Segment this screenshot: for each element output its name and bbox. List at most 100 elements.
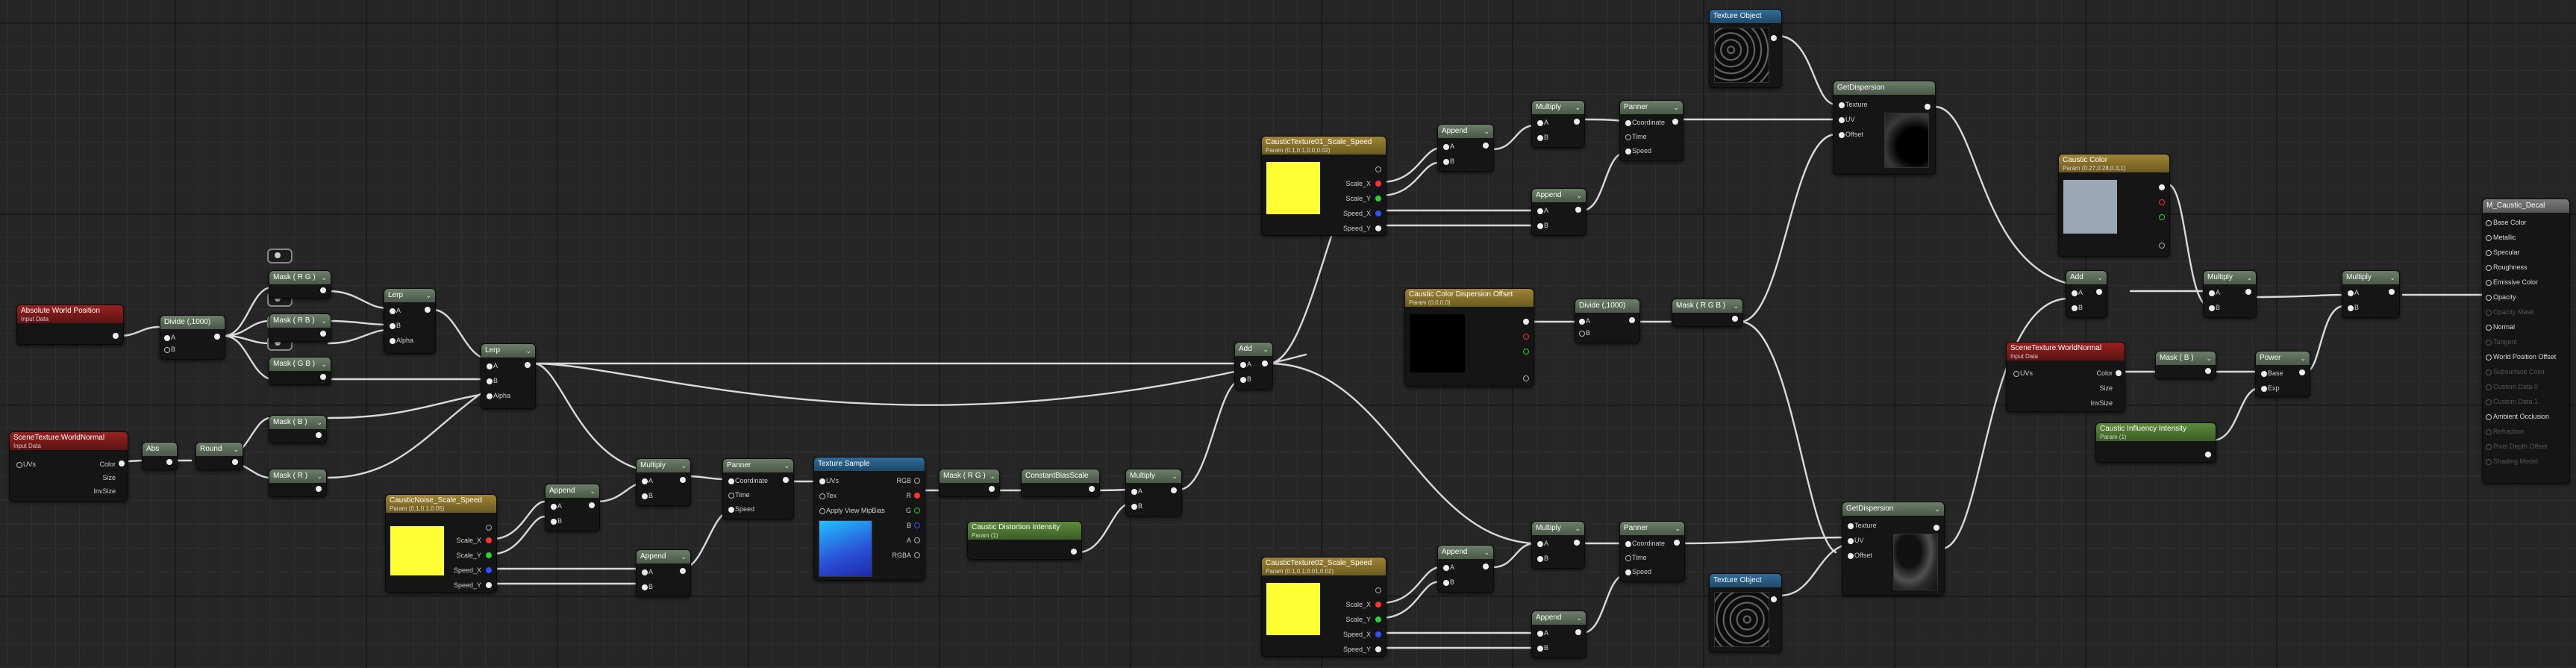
multiply-node-2[interactable]: Multiply ⌄ A B [1125, 469, 1182, 516]
chevron-down-icon[interactable]: ⌄ [321, 358, 327, 371]
chevron-down-icon[interactable]: ⌄ [2300, 352, 2306, 365]
chevron-down-icon[interactable]: ⌄ [1484, 546, 1489, 559]
pin-a[interactable]: A [389, 307, 401, 314]
pin-b[interactable]: B [907, 522, 911, 529]
pin-a[interactable]: A [2208, 289, 2220, 296]
output-pin[interactable] [1523, 375, 1529, 381]
append-node-5[interactable]: Append ⌄ A B [1437, 545, 1494, 593]
output-pin[interactable] [2299, 369, 2305, 375]
pin-a[interactable]: A [1536, 540, 1548, 547]
chevron-down-icon[interactable]: ⌄ [784, 459, 790, 472]
output-pin[interactable] [1089, 486, 1095, 492]
multiply-node-3[interactable]: Multiply ⌄ A B [1531, 100, 1585, 148]
output-pin-blue[interactable] [1375, 631, 1381, 637]
result-pin[interactable]: Emissive Color [2485, 278, 2538, 286]
pin-a[interactable]: A [1536, 207, 1548, 214]
chevron-down-icon[interactable]: ⌄ [425, 289, 431, 302]
texture-sample-node[interactable]: Texture Sample UVs Tex Apply View MipBia… [813, 457, 925, 581]
pin-g[interactable]: G [906, 507, 911, 514]
result-pin[interactable]: Opacity [2486, 293, 2516, 301]
chevron-down-icon[interactable]: ⌄ [1934, 502, 1940, 516]
output-pin[interactable] [320, 374, 326, 380]
caustic-distortion-intensity-param[interactable]: Caustic Distortion Intensity Param (1) [967, 521, 1082, 560]
multiply-node-5[interactable]: Multiply ⌄ A B [2203, 270, 2257, 318]
pin-time[interactable]: Time [1625, 554, 1647, 561]
pin-a[interactable]: A [2071, 289, 2083, 296]
output-pin[interactable] [320, 287, 326, 293]
pin-uvs[interactable]: UVs [819, 477, 839, 484]
output-pin[interactable] [320, 331, 326, 337]
caustic-color-param[interactable]: Caustic Color Param (0.27,0.28,0.3,1) [2058, 154, 2170, 257]
result-pin[interactable]: Tangent [2485, 338, 2517, 346]
output-pin[interactable] [1375, 646, 1381, 652]
chevron-down-icon[interactable]: ⌄ [2246, 271, 2252, 284]
pin-tex[interactable]: Tex [819, 492, 837, 499]
output-pin[interactable] [914, 537, 920, 543]
pin-speed-x[interactable]: Speed_X [1343, 210, 1371, 217]
pin-scale-y[interactable]: Scale_Y [456, 552, 481, 559]
pin-a[interactable]: A [641, 568, 653, 575]
material-result-node[interactable]: M_Caustic_Decal Base Color Metallic Specul… [2482, 199, 2570, 484]
chevron-down-icon[interactable]: ⌄ [1576, 611, 1582, 625]
pin-offset[interactable]: Offset [1839, 131, 1863, 138]
output-pin-green[interactable] [1375, 617, 1381, 622]
result-pin[interactable]: Opacity Mask [2486, 308, 2534, 316]
chevron-down-icon[interactable]: ⌄ [525, 344, 531, 358]
output-pin[interactable] [1375, 225, 1381, 231]
output-pin[interactable] [113, 333, 119, 339]
pin-a[interactable]: A [1442, 564, 1454, 571]
output-pin[interactable] [914, 478, 920, 484]
output-pin[interactable] [425, 307, 431, 313]
pin-exp[interactable]: Exp [2261, 384, 2280, 392]
texture-object-node-2[interactable]: Texture Object [1709, 573, 1782, 652]
output-pin[interactable] [2159, 243, 2165, 249]
add-node-2[interactable]: Add ⌄ A B [2066, 270, 2107, 318]
output-pin[interactable] [525, 362, 531, 368]
pin-time[interactable]: Time [728, 491, 750, 499]
result-pin[interactable]: Roughness [2486, 263, 2527, 271]
pin-a[interactable]: A [550, 502, 562, 510]
pin-b[interactable]: B [1239, 375, 1251, 383]
output-pin-red[interactable] [1523, 334, 1529, 340]
pin-a[interactable]: A [2347, 289, 2359, 296]
result-pin[interactable]: Custom Data 0 [2485, 383, 2538, 390]
pin-apply-view-mipbias[interactable]: Apply View MipBias [819, 507, 885, 514]
pin-speed-y[interactable]: Speed_Y [454, 581, 481, 589]
pin-b[interactable]: B [486, 377, 498, 384]
pin-b[interactable]: B [389, 322, 401, 329]
output-pin[interactable] [1483, 143, 1489, 149]
caustic-texture02-scale-speed-param[interactable]: CausticTexture02_Scale_Speed Param (0.1,0… [1261, 557, 1387, 657]
mask-rg-node[interactable]: Mask ( R G ) ⌄ [269, 270, 331, 299]
scene-texture-node-2[interactable]: SceneTexture:WorldNormal Input Data UVs C… [2006, 342, 2125, 412]
chevron-down-icon[interactable]: ⌄ [233, 443, 239, 456]
output-pin[interactable] [1483, 564, 1489, 569]
get-dispersion-node[interactable]: GetDispersion Texture UV Offset [1833, 81, 1936, 175]
pin-speed[interactable]: Speed [1625, 147, 1651, 154]
result-pin[interactable]: Shading Model [2485, 458, 2538, 465]
pin-b[interactable]: B [1536, 134, 1548, 141]
output-pin[interactable] [1933, 525, 1939, 531]
output-pin[interactable] [232, 459, 238, 465]
pin-a[interactable]: A [1239, 360, 1251, 368]
output-pin[interactable] [2245, 289, 2251, 295]
output-pin[interactable] [1375, 166, 1381, 172]
pin-size[interactable]: Size [102, 474, 116, 481]
pin-coordinate[interactable]: Coordinate [1625, 540, 1665, 547]
pin-b[interactable]: B [2071, 304, 2083, 311]
pin-scale-x[interactable]: Scale_X [1345, 180, 1371, 187]
lerp-node-2[interactable]: Lerp ⌄ A B Alpha [481, 343, 536, 409]
output-pin[interactable] [1629, 317, 1635, 323]
chevron-down-icon[interactable]: ⌄ [681, 550, 687, 564]
output-pin[interactable] [214, 334, 220, 340]
append-node-3[interactable]: Append ⌄ A B [1437, 124, 1494, 172]
output-pin[interactable] [1171, 487, 1177, 493]
output-pin-blue[interactable] [914, 522, 920, 528]
chevron-down-icon[interactable]: ⌄ [1172, 469, 1178, 483]
power-node[interactable]: Power ⌄ Base Exp [2255, 351, 2310, 397]
output-pin[interactable] [1732, 316, 1738, 322]
output-pin[interactable] [1262, 360, 1268, 366]
pin-invsize[interactable]: InvSize [93, 487, 116, 495]
pin-a[interactable]: A [907, 537, 911, 544]
pin-b[interactable]: B [1536, 222, 1548, 229]
pin-alpha[interactable]: Alpha [389, 337, 413, 344]
